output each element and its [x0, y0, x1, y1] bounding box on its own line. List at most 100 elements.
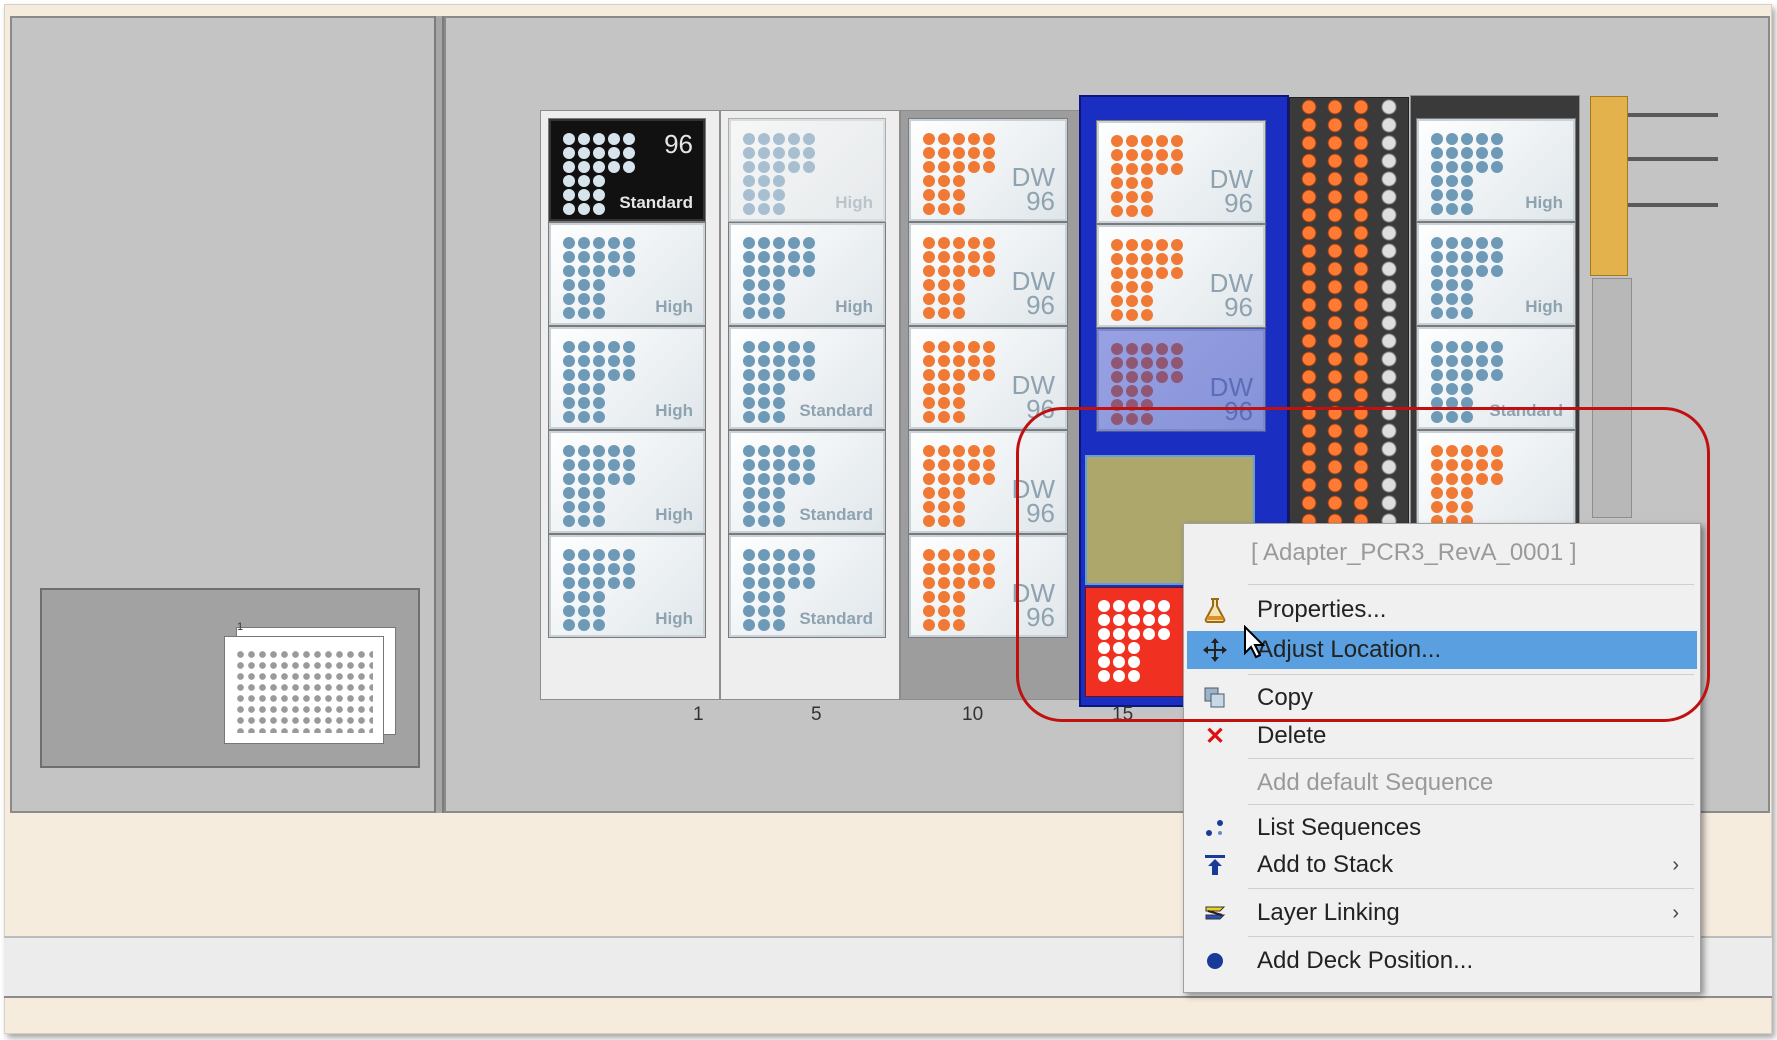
- labware-plate[interactable]: Standard: [728, 326, 886, 430]
- well-dot: [788, 577, 800, 589]
- plate-label: High: [1525, 297, 1563, 316]
- labware-plate[interactable]: High: [548, 222, 706, 326]
- well-dot: [578, 133, 590, 145]
- rail: [1628, 113, 1718, 117]
- well-dot: [1431, 279, 1443, 291]
- labware-plate[interactable]: High: [548, 534, 706, 638]
- labware-plate[interactable]: DW 96: [908, 118, 1068, 222]
- well-dot: [923, 355, 935, 367]
- well-dot: [953, 397, 965, 409]
- menu-item-layer-linking[interactable]: Layer Linking ›: [1187, 894, 1697, 932]
- well-dot: [773, 549, 785, 561]
- yellow-carrier[interactable]: [1590, 96, 1628, 276]
- well-dot: [1171, 357, 1183, 369]
- well-dot: [773, 237, 785, 249]
- well-dot: [1171, 239, 1183, 251]
- well-dot: [968, 161, 980, 173]
- well-dot: [953, 501, 965, 513]
- well-dot: [578, 175, 590, 187]
- well-dot: [1111, 371, 1123, 383]
- stack-up-icon: [1201, 851, 1229, 879]
- labware-plate[interactable]: Standard: [728, 534, 886, 638]
- well-dot: [1171, 135, 1183, 147]
- labware-plate[interactable]: High: [728, 222, 886, 326]
- well-dot: [1461, 341, 1473, 353]
- well-dot: [803, 549, 815, 561]
- well-dot: [1111, 357, 1123, 369]
- well-dot: [563, 133, 575, 145]
- well-dot: [953, 237, 965, 249]
- well-grid: [743, 133, 831, 215]
- well-dot: [1126, 295, 1138, 307]
- well-dot: [563, 501, 575, 513]
- well-dot: [1431, 341, 1443, 353]
- stacked-plate[interactable]: [224, 636, 384, 744]
- menu-item-list-sequences[interactable]: List Sequences: [1187, 809, 1697, 847]
- well-dot: [1171, 253, 1183, 265]
- labware-plate[interactable]: High: [728, 118, 886, 222]
- well-dot: [563, 549, 575, 561]
- well-dot: [803, 445, 815, 457]
- well-dot: [788, 355, 800, 367]
- labware-plate[interactable]: High: [548, 430, 706, 534]
- menu-item-add-to-stack[interactable]: Add to Stack ›: [1187, 846, 1697, 884]
- labware-plate[interactable]: High: [548, 326, 706, 430]
- well-dot: [1141, 149, 1153, 161]
- well-dot: [1461, 383, 1473, 395]
- well-dot: [788, 161, 800, 173]
- well-dot: [578, 307, 590, 319]
- well-dot: [1461, 251, 1473, 263]
- menu-item-add-default-sequence[interactable]: Add default Sequence: [1187, 764, 1697, 802]
- well-dot: [1126, 177, 1138, 189]
- well-dot: [593, 515, 605, 527]
- well-dot: [953, 355, 965, 367]
- well-dot: [743, 251, 755, 263]
- labware-plate[interactable]: DW 96: [908, 222, 1068, 326]
- labware-plate[interactable]: DW 96: [1096, 224, 1266, 328]
- well-dot: [968, 577, 980, 589]
- plate-label: Standard: [619, 193, 693, 212]
- menu-item-add-deck-position[interactable]: Add Deck Position...: [1187, 942, 1697, 980]
- well-dot: [938, 133, 950, 145]
- well-dot: [1156, 267, 1168, 279]
- well-dot: [788, 549, 800, 561]
- labware-plate[interactable]: High: [1416, 222, 1576, 326]
- well-dot: [773, 161, 785, 173]
- labware-plate[interactable]: High: [1416, 118, 1576, 222]
- well-dot: [773, 501, 785, 513]
- well-dot: [1446, 161, 1458, 173]
- labware-plate[interactable]: Standard 96: [548, 118, 706, 222]
- well-dot: [788, 133, 800, 145]
- splitter[interactable]: [434, 16, 444, 813]
- well-dot: [1476, 251, 1488, 263]
- well-dot: [758, 577, 770, 589]
- well-dot: [563, 355, 575, 367]
- well-dot: [758, 293, 770, 305]
- well-dot: [593, 355, 605, 367]
- well-dot: [608, 369, 620, 381]
- layer-link-icon: [1201, 899, 1229, 927]
- well-dot: [803, 459, 815, 471]
- well-dot: [743, 515, 755, 527]
- well-dot: [1431, 147, 1443, 159]
- labware-plate[interactable]: Standard: [728, 430, 886, 534]
- well-dot: [1446, 203, 1458, 215]
- plate-label: DW 96: [1011, 162, 1055, 216]
- well-dot: [758, 307, 770, 319]
- well-dot: [938, 411, 950, 423]
- well-dot: [968, 355, 980, 367]
- well-dot: [953, 619, 965, 631]
- well-dot: [773, 445, 785, 457]
- menu-item-delete[interactable]: ✕ Delete: [1187, 717, 1697, 755]
- well-dot: [1446, 175, 1458, 187]
- well-dot: [578, 279, 590, 291]
- well-dot: [578, 189, 590, 201]
- well-dot: [1156, 135, 1168, 147]
- well-dot: [593, 161, 605, 173]
- well-dot: [1126, 239, 1138, 251]
- well-dot: [1491, 161, 1503, 173]
- well-dot: [803, 147, 815, 159]
- rail: [1628, 203, 1718, 207]
- well-dot: [773, 411, 785, 423]
- labware-plate[interactable]: DW 96: [1096, 120, 1266, 224]
